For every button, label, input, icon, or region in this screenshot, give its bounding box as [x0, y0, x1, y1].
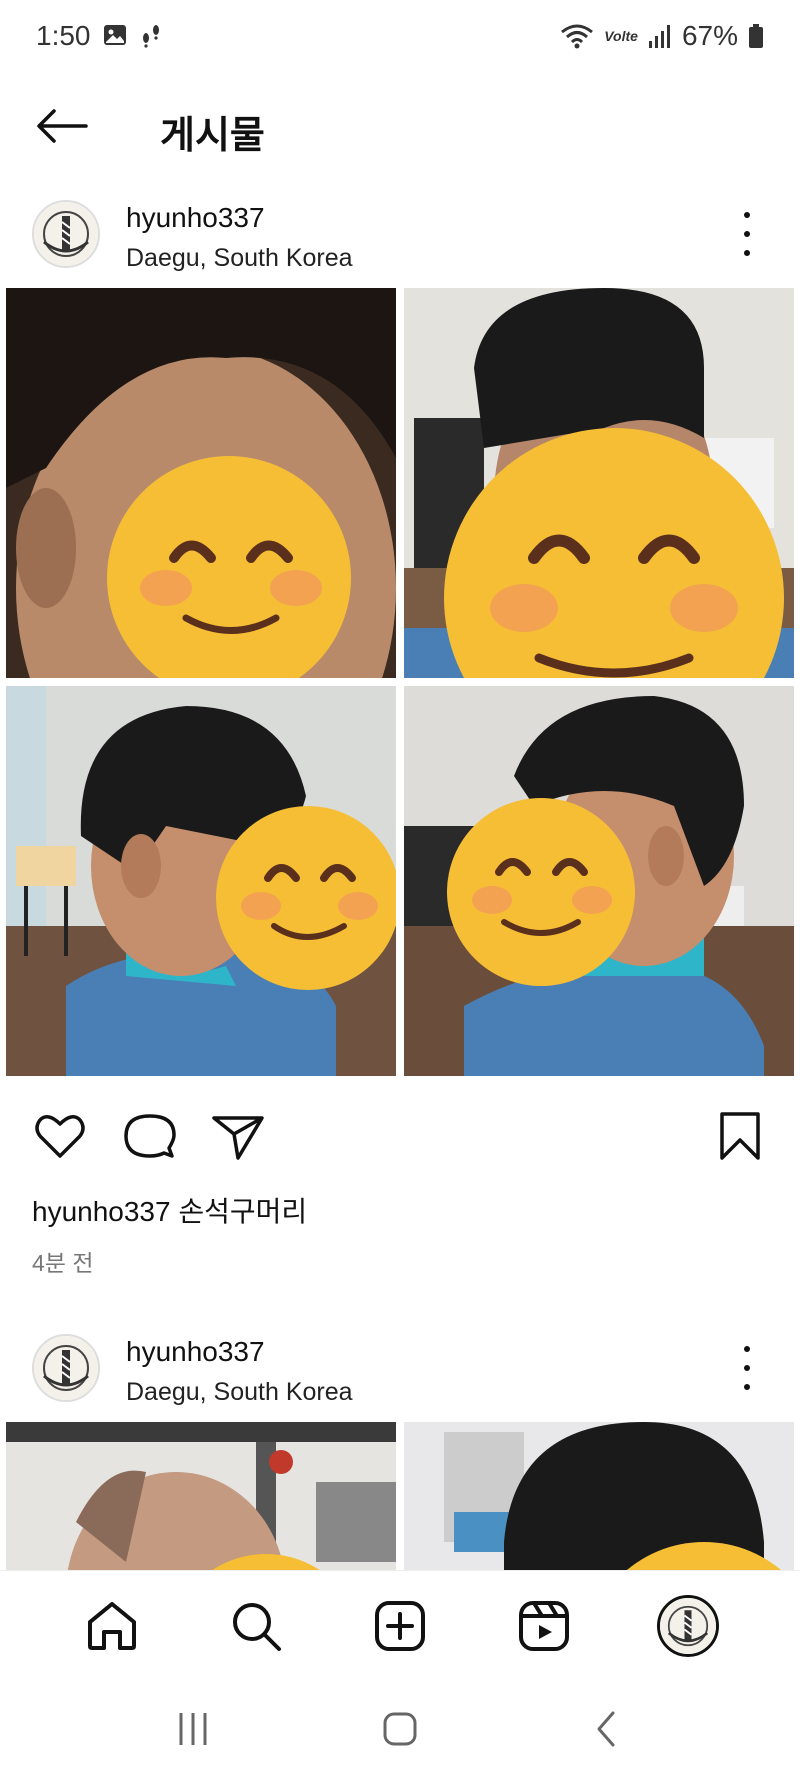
bottom-navigation [0, 1570, 800, 1680]
photo-front-face-salon [404, 288, 794, 678]
recent-apps-icon[interactable] [163, 1699, 223, 1759]
caption-username[interactable]: hyunho337 [32, 1196, 171, 1227]
caption-text: 손석구머리 [178, 1196, 308, 1227]
photo-grid [0, 288, 800, 1076]
home-icon[interactable] [80, 1594, 144, 1658]
photo-front-face [6, 288, 396, 678]
post-username[interactable]: hyunho337 [126, 202, 265, 234]
status-bar: 1:50 Volte 67% [0, 0, 800, 76]
status-time: 1:50 [36, 20, 91, 51]
back-arrow-icon[interactable] [34, 98, 90, 154]
gallery-icon [104, 25, 126, 45]
post-username[interactable]: hyunho337 [126, 1336, 265, 1368]
photo-tile[interactable] [6, 686, 396, 1076]
photo-dark-hair [404, 1422, 794, 1570]
comment-icon[interactable] [122, 1108, 178, 1164]
battery-percentage: 67% [681, 20, 738, 51]
home-button-icon[interactable] [370, 1699, 430, 1759]
photo-tile[interactable] [404, 288, 794, 678]
post-header: hyunho337 Daegu, South Korea [0, 1310, 800, 1422]
photo-tile[interactable] [6, 1422, 396, 1570]
wifi-icon [561, 24, 594, 49]
page-title: 게시물 [160, 115, 265, 157]
create-icon[interactable] [368, 1594, 432, 1658]
system-back-icon[interactable] [577, 1699, 637, 1759]
more-options-icon[interactable] [732, 1346, 762, 1390]
profile-avatar[interactable] [656, 1594, 720, 1658]
avatar[interactable] [32, 200, 100, 268]
photo-grid [0, 1422, 800, 1570]
photo-tile[interactable] [404, 1422, 794, 1570]
share-icon[interactable] [210, 1108, 266, 1164]
post: hyunho337 Daegu, South Korea [0, 176, 800, 1288]
battery-icon [749, 24, 763, 48]
post-actions [0, 1076, 800, 1186]
emoji-face-icon [216, 806, 396, 990]
footsteps-icon [143, 25, 159, 48]
photo-tile[interactable] [404, 686, 794, 1076]
heart-icon[interactable] [32, 1108, 88, 1164]
photo-side-right [404, 686, 794, 1076]
post-timestamp: 4분 전 [32, 1250, 94, 1276]
post: hyunho337 Daegu, South Korea [0, 1310, 800, 1570]
volte-indicator: Volte [604, 28, 638, 44]
photo-side-left [6, 686, 396, 1076]
reels-icon[interactable] [512, 1594, 576, 1658]
photo-tile[interactable] [6, 288, 396, 678]
system-navigation [0, 1680, 800, 1778]
post-location[interactable]: Daegu, South Korea [126, 1378, 353, 1407]
emoji-face-icon [447, 798, 635, 986]
more-options-icon[interactable] [732, 212, 762, 256]
bookmark-icon[interactable] [712, 1108, 768, 1164]
post-header: hyunho337 Daegu, South Korea [0, 176, 800, 288]
post-caption: hyunho337 손석구머리 [0, 1186, 800, 1238]
photo-balding-head [6, 1422, 396, 1570]
top-header: 게시물 [0, 76, 800, 176]
signal-icon [648, 25, 670, 48]
avatar[interactable] [32, 1334, 100, 1402]
search-icon[interactable] [224, 1594, 288, 1658]
post-location[interactable]: Daegu, South Korea [126, 244, 353, 273]
